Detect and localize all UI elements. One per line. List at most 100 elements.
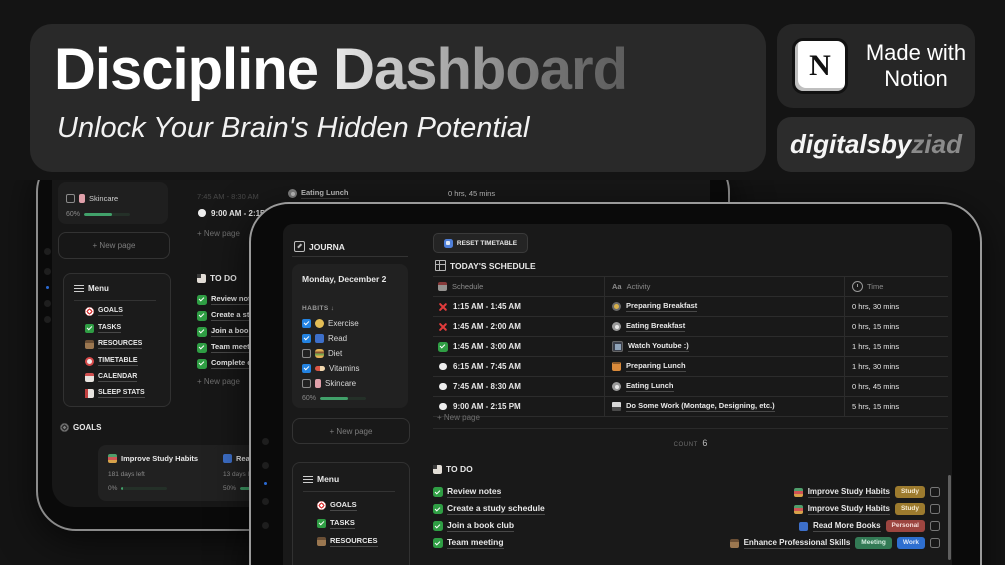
- checked-icon[interactable]: [433, 504, 443, 514]
- sidebar-item-resources[interactable]: RESOURCES: [317, 536, 378, 547]
- sidebar-item-tasks[interactable]: TASKS: [317, 518, 355, 529]
- todo-task-row[interactable]: Join a book club Read More Books Persona…: [433, 520, 940, 532]
- done-check-icon: [438, 341, 448, 352]
- missed-x-icon: [438, 322, 448, 332]
- habit-checkbox[interactable]: [302, 334, 311, 343]
- hamburger-icon[interactable]: [303, 475, 313, 483]
- habit-label: Skincare: [89, 194, 119, 203]
- schedule-row[interactable]: 1:45 AM - 3:00 AM Watch Youtube :) 1 hrs…: [433, 337, 948, 357]
- pot-icon: [612, 362, 621, 371]
- checked-icon[interactable]: [197, 326, 207, 337]
- new-page-link[interactable]: + New page: [437, 413, 480, 422]
- tablet-left-button: [44, 300, 51, 307]
- plate-icon: [612, 322, 621, 331]
- menu-card: Menu GOALS TASKS RESOURCES: [292, 462, 410, 565]
- alarm-icon: [85, 357, 94, 366]
- divider: [74, 300, 156, 301]
- aa-icon: Aa: [612, 282, 622, 291]
- table-icon: [435, 260, 446, 271]
- hamburger-icon[interactable]: [74, 285, 84, 292]
- pan-icon: [612, 302, 621, 311]
- checked-icon[interactable]: [197, 310, 207, 321]
- sidebar-item-tasks[interactable]: TASKS: [85, 324, 122, 333]
- checked-icon[interactable]: [197, 342, 207, 353]
- task-check-icon: [317, 519, 326, 528]
- page-title: Discipline Dashboard: [54, 37, 628, 102]
- habit-row[interactable]: Skincare: [302, 379, 356, 388]
- goal-card[interactable]: Improve Study Habits 181 days left 0%: [98, 445, 232, 501]
- todo-task-row[interactable]: Create a study schedule Improve Study Ha…: [433, 503, 940, 515]
- sidebar-item-sleep-stats[interactable]: SLEEP STATS: [85, 389, 145, 398]
- new-page-button[interactable]: + New page: [58, 232, 170, 259]
- tablet-left-camera-icon: [46, 286, 49, 289]
- task-goal[interactable]: Read More Books: [812, 521, 881, 532]
- task-name: Review notes: [447, 486, 502, 498]
- schedule-row[interactable]: 1:15 AM - 1:45 AM Preparing Breakfast 0 …: [433, 297, 948, 317]
- habit-row[interactable]: Exercise: [302, 319, 359, 328]
- habit-checkbox[interactable]: [302, 364, 311, 373]
- clipboard-icon: [433, 464, 442, 474]
- column-time[interactable]: Time: [845, 277, 948, 296]
- tablet-right-button: [262, 522, 269, 529]
- checked-icon[interactable]: [197, 358, 207, 369]
- tablet-right-button: [262, 498, 269, 505]
- task-goal[interactable]: Improve Study Habits: [807, 504, 890, 515]
- schedule-row[interactable]: 9:00 AM - 2:15 PM Do Some Work (Montage,…: [433, 397, 948, 417]
- sidebar-item-goals[interactable]: GOALS: [85, 307, 123, 316]
- schedule-row[interactable]: 6:15 AM - 7:45 AM Preparing Lunch 1 hrs,…: [433, 357, 948, 377]
- task-checkbox[interactable]: [930, 487, 940, 497]
- plate-icon: [612, 382, 621, 391]
- task-goal[interactable]: Improve Study Habits: [807, 487, 890, 498]
- schedule-row[interactable]: 7:45 AM - 8:30 AM Eating Lunch 0 hrs, 45…: [433, 377, 948, 397]
- tablet-right-camera-icon: [264, 482, 267, 485]
- checked-icon[interactable]: [433, 538, 443, 548]
- habit-row[interactable]: Diet: [302, 349, 342, 358]
- books-icon: [793, 487, 803, 497]
- habit-checkbox[interactable]: [302, 379, 311, 388]
- scrollbar[interactable]: [948, 475, 951, 560]
- task-checkbox[interactable]: [930, 504, 940, 514]
- book-icon: [315, 334, 324, 343]
- brand-badge: digitalsby ziad: [777, 117, 975, 172]
- habit-row[interactable]: Vitamins: [302, 364, 360, 373]
- lotion-icon: [79, 194, 85, 203]
- task-checkbox[interactable]: [930, 521, 940, 531]
- sidebar-item-resources[interactable]: RESOURCES: [85, 340, 143, 349]
- tag-badge: Work: [896, 537, 925, 549]
- pending-dot-icon: [438, 382, 448, 392]
- column-activity[interactable]: Aa Activity: [605, 277, 845, 296]
- todo-task-row[interactable]: Team meeting Enhance Professional Skills…: [433, 537, 940, 549]
- schedule-row[interactable]: 1:45 AM - 2:00 AM Eating Breakfast 0 hrs…: [433, 317, 948, 337]
- journal-title: JOURNA: [309, 241, 345, 252]
- new-page-button[interactable]: + New page: [292, 418, 410, 444]
- reset-timetable-button[interactable]: RESET TIMETABLE: [433, 233, 528, 253]
- divider: [303, 491, 395, 492]
- habits-percent: 60%: [302, 395, 317, 402]
- laptop-icon: [612, 402, 621, 411]
- sidebar-item-calendar[interactable]: CALENDAR: [85, 373, 138, 382]
- checked-icon[interactable]: [433, 521, 443, 531]
- habit-checkbox[interactable]: [302, 349, 311, 358]
- column-schedule[interactable]: Schedule: [433, 277, 605, 296]
- task-checkbox[interactable]: [930, 538, 940, 548]
- habit-checkbox[interactable]: [66, 194, 75, 203]
- habit-row[interactable]: Read: [302, 334, 347, 343]
- exercise-icon: [315, 319, 324, 328]
- habit-card-partial: Skincare 60%: [58, 182, 168, 224]
- habit-checkbox[interactable]: [302, 319, 311, 328]
- schedule-duration-partial: 0 hrs, 45 mins: [448, 189, 496, 198]
- todo-task-row[interactable]: Review notes Improve Study Habits Study: [433, 486, 940, 498]
- pencil-square-icon: [294, 241, 305, 252]
- notion-logo-icon: N: [792, 38, 848, 94]
- brand-name-primary: digitalsby: [790, 129, 912, 159]
- task-goal[interactable]: Enhance Professional Skills: [743, 538, 851, 549]
- task-name: Team meeting: [447, 537, 504, 549]
- sidebar-item-timetable[interactable]: TIMETABLE: [85, 357, 138, 366]
- new-page-link[interactable]: + New page: [197, 229, 240, 238]
- checked-icon[interactable]: [197, 294, 207, 305]
- pending-dot-icon: [438, 402, 448, 412]
- sidebar-item-goals[interactable]: GOALS: [317, 500, 357, 511]
- new-page-link[interactable]: + New page: [197, 377, 240, 386]
- checked-icon[interactable]: [433, 487, 443, 497]
- dartboard-icon: [60, 423, 69, 432]
